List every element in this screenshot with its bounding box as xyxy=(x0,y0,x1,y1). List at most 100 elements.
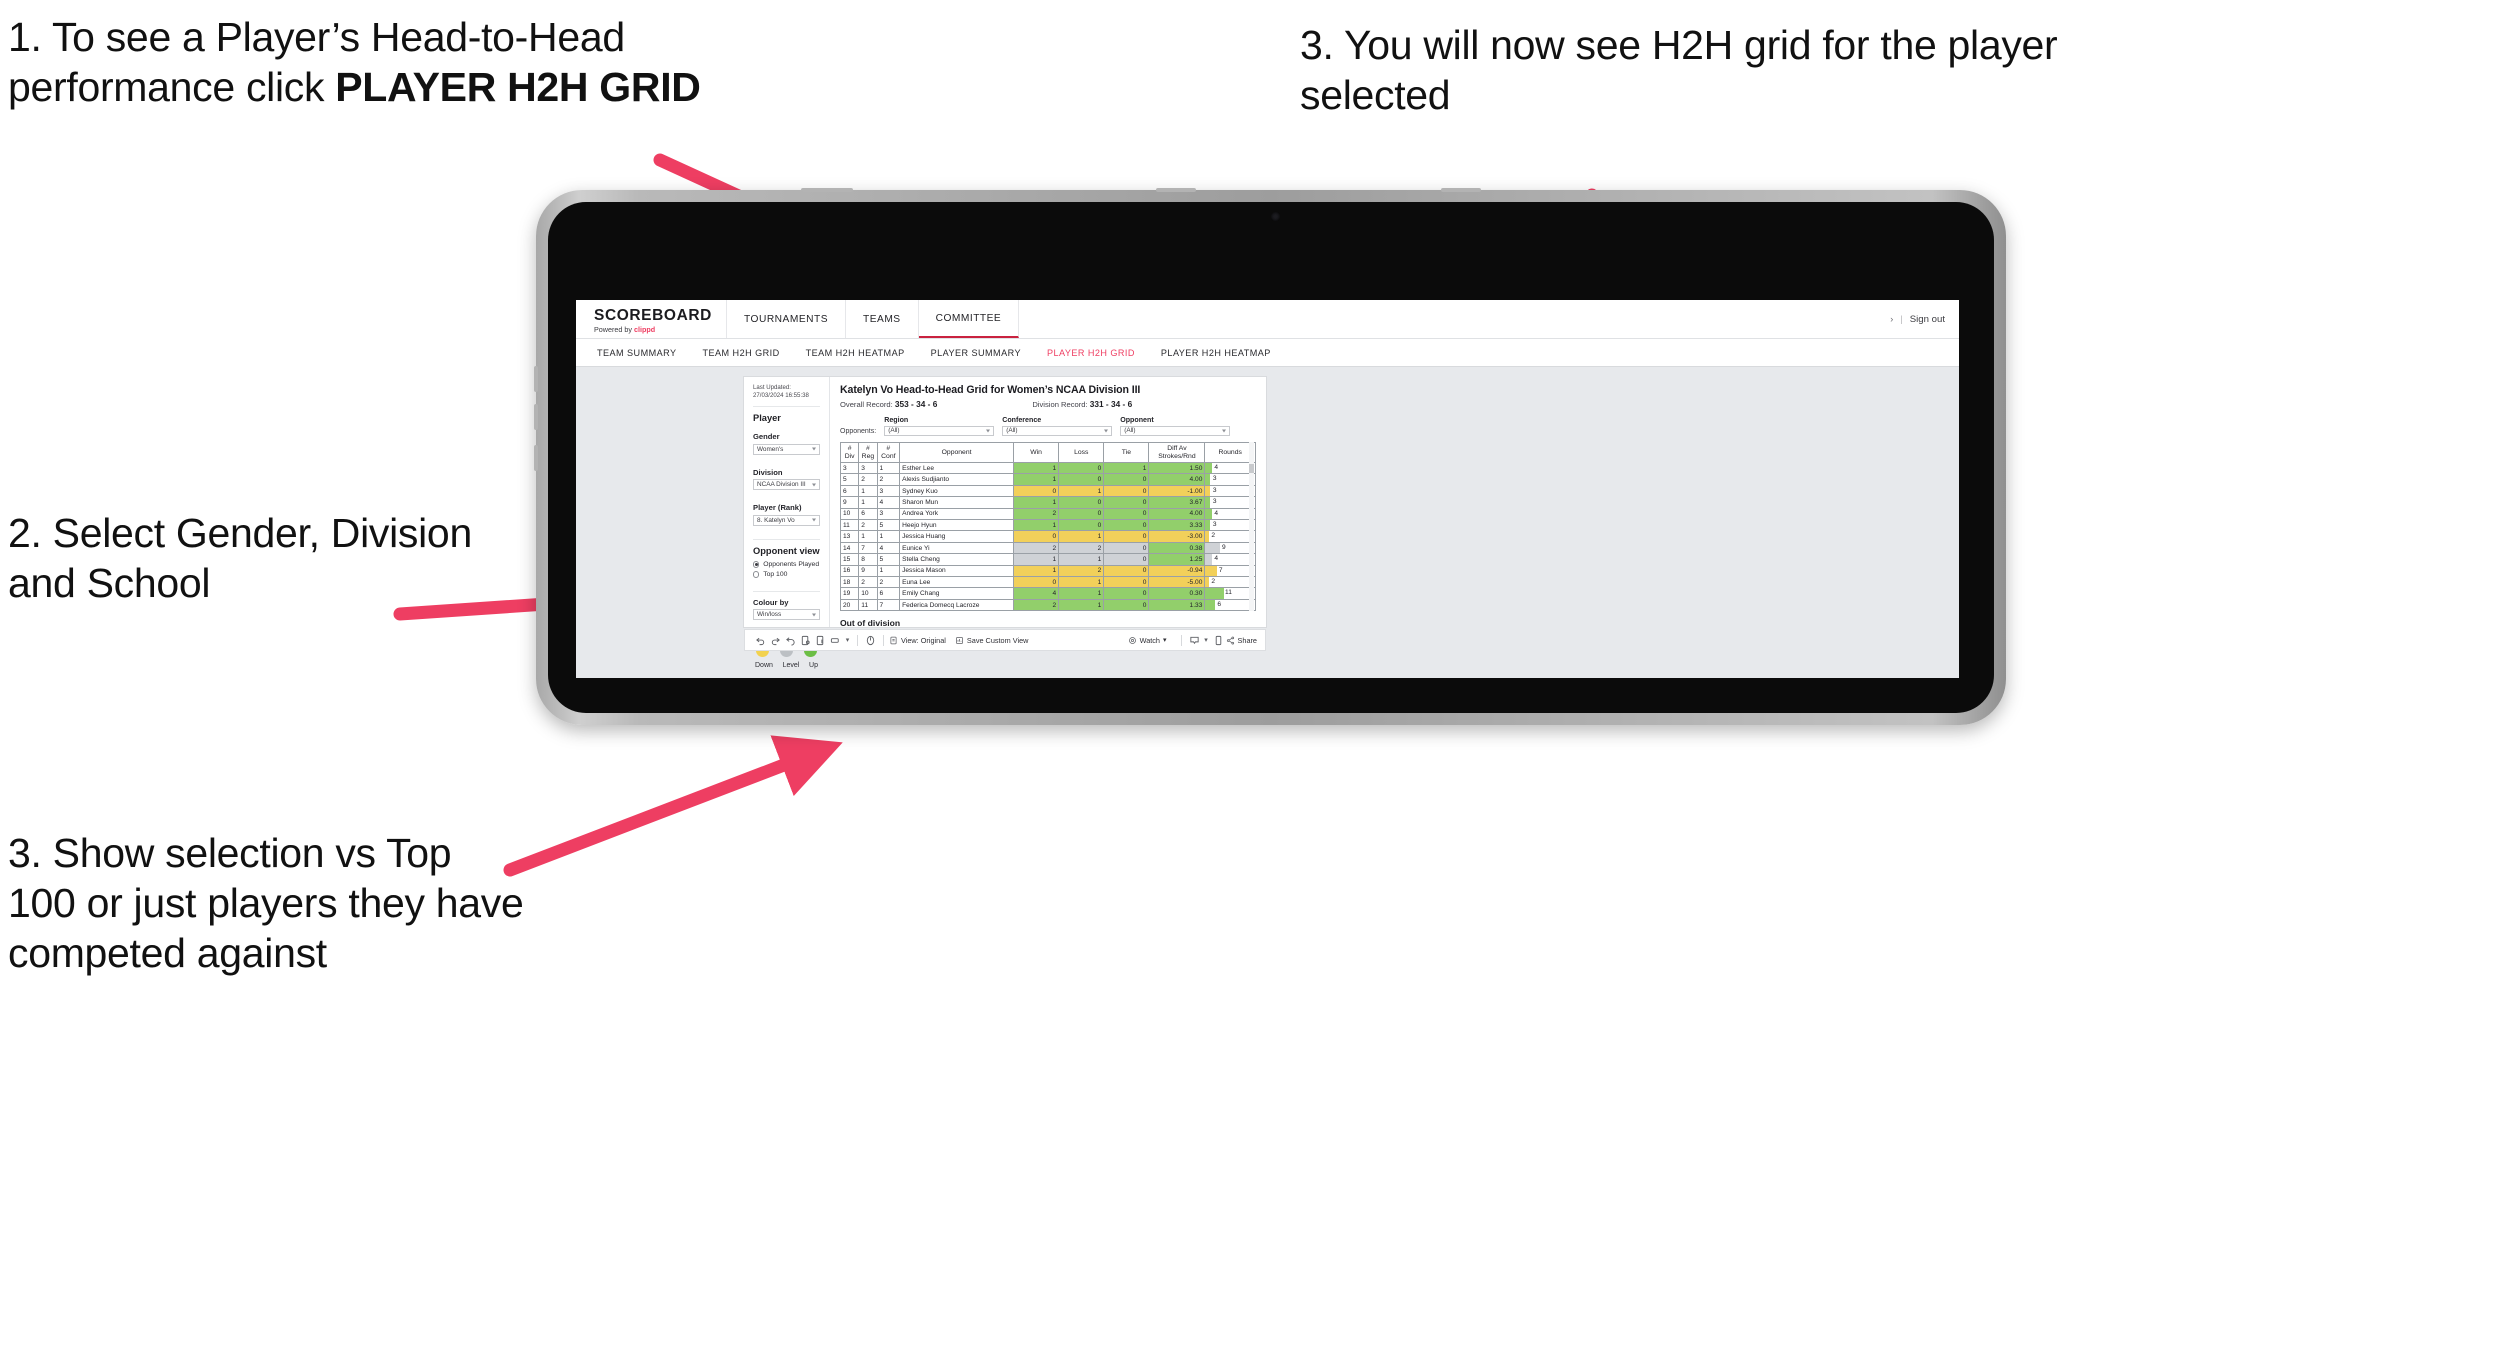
cell-reg: 3 xyxy=(858,461,878,475)
save-custom-view-label: Save Custom View xyxy=(966,635,1029,645)
view-original-label: View: Original xyxy=(901,635,946,645)
download-caret-icon[interactable]: ▾ xyxy=(1202,636,1211,644)
division-record-value: 331 - 34 - 6 xyxy=(1089,399,1133,409)
chevron-down-icon xyxy=(812,613,816,617)
overall-record: Overall Record: 353 - 34 - 6 xyxy=(840,399,937,409)
sign-out-link[interactable]: Sign out xyxy=(1910,314,1945,325)
volume-down-button[interactable] xyxy=(534,404,538,430)
cell-reg: 1 xyxy=(858,530,878,543)
subnav-player-h2h-heatmap[interactable]: PLAYER H2H HEATMAP xyxy=(1148,348,1284,358)
table-scrollbar-thumb[interactable] xyxy=(1249,464,1254,473)
cell-diff: 0.30 xyxy=(1148,587,1206,600)
filter-conference-select[interactable]: (All) xyxy=(1002,425,1113,436)
table-row[interactable]: 10 6 3 Andrea York 2 0 0 4.00 4 xyxy=(839,507,1256,521)
nav-item-committee[interactable]: COMMITTEE xyxy=(918,300,1020,338)
opponent-filters: Opponents: Region (All) Conference (All)… xyxy=(840,416,1256,436)
volume-up-button[interactable] xyxy=(534,366,538,392)
table-row[interactable]: 3 3 1 Esther Lee 1 0 1 1.50 4 xyxy=(839,461,1256,475)
account-chevron-icon[interactable]: › xyxy=(1890,314,1893,324)
cell-reg: 9 xyxy=(858,564,878,578)
division-select[interactable]: NCAA Division III xyxy=(753,479,820,491)
cell-diff: 1.33 xyxy=(1148,598,1206,612)
cell-rounds: 3 xyxy=(1204,519,1256,532)
table-row[interactable]: 18 2 2 Euna Lee 0 1 0 -5.00 2 xyxy=(839,576,1256,589)
nav-item-tournaments[interactable]: TOURNAMENTS xyxy=(727,300,846,338)
top-button-2[interactable] xyxy=(1156,188,1196,192)
power-button[interactable] xyxy=(534,445,538,471)
division-label: Division xyxy=(753,467,783,477)
revert-icon[interactable] xyxy=(783,635,798,646)
filter-conference-value: (All) xyxy=(1006,427,1018,435)
player-rank-select[interactable]: 8. Katelyn Vo xyxy=(753,514,820,526)
undo-icon[interactable] xyxy=(753,635,768,646)
cell-opponent: Eunice Yi xyxy=(899,541,1015,555)
table-row[interactable]: 15 8 5 Stella Cheng 1 1 0 1.25 4 xyxy=(839,553,1256,566)
visualization-container: Last Updated: 27/03/2024 16:55:38 Player… xyxy=(744,377,1266,669)
subnav-team-h2h-grid[interactable]: TEAM H2H GRID xyxy=(690,348,793,358)
help-icon[interactable] xyxy=(863,635,878,646)
cell-opponent: Federica Domecq Lacroze xyxy=(899,598,1015,612)
header-right: › | Sign out xyxy=(1890,300,1959,338)
filter-opponent: Opponent (All) xyxy=(1120,416,1231,436)
subnav-player-summary[interactable]: PLAYER SUMMARY xyxy=(918,348,1034,358)
table-row[interactable]: 5 2 2 Alexis Sudjianto 1 0 0 4.00 3 xyxy=(839,473,1256,486)
table-scrollbar-track[interactable] xyxy=(1249,442,1254,612)
watch-button[interactable]: Watch ▾ xyxy=(1128,636,1167,645)
gender-select[interactable]: Women's xyxy=(753,443,820,455)
chevron-down-icon xyxy=(1222,429,1227,433)
table-row[interactable]: 13 1 1 Jessica Huang 0 1 0 -3.00 2 xyxy=(839,530,1256,543)
radio-opponents-played[interactable]: Opponents Played xyxy=(753,561,820,568)
subnav-team-summary[interactable]: TEAM SUMMARY xyxy=(584,348,690,358)
gender-label: Gender xyxy=(753,432,780,442)
share-button[interactable]: Share xyxy=(1226,636,1257,645)
radio-top-100[interactable]: Top 100 xyxy=(753,571,820,578)
grid-col-header-0: # Div xyxy=(839,442,860,463)
layout-icon[interactable] xyxy=(828,635,843,646)
download-icon[interactable] xyxy=(1187,635,1202,646)
cell-conf: 2 xyxy=(876,576,901,589)
cell-win: 2 xyxy=(1013,598,1060,612)
radio-opponents-played-label: Opponents Played xyxy=(763,560,820,568)
top-button[interactable] xyxy=(801,188,853,192)
cell-loss: 2 xyxy=(1058,541,1105,555)
colour-by-select[interactable]: Win/loss xyxy=(753,609,820,621)
table-row[interactable]: 20 11 7 Federica Domecq Lacroze 2 1 0 1.33 6 xyxy=(839,598,1256,612)
filter-conference: Conference (All) xyxy=(1002,416,1113,436)
brand-logo[interactable]: SCOREBOARD Powered by clippd xyxy=(576,300,727,338)
cell-tie: 0 xyxy=(1103,484,1150,498)
cell-conf: 3 xyxy=(876,507,901,521)
table-row[interactable]: 14 7 4 Eunice Yi 2 2 0 0.38 9 xyxy=(839,541,1256,555)
top-button-3[interactable] xyxy=(1441,188,1481,192)
cell-rounds: 2 xyxy=(1204,576,1256,589)
cell-conf: 7 xyxy=(876,598,901,612)
annotation-step-2: 2. Select Gender, Division and School xyxy=(8,510,472,607)
panel-divider-3 xyxy=(753,590,820,592)
annotation-step-1-bold: PLAYER H2H GRID xyxy=(335,64,701,111)
layout-caret-icon[interactable]: ▾ xyxy=(843,636,852,644)
table-row[interactable]: 9 1 4 Sharon Mun 1 0 0 3.67 3 xyxy=(839,496,1256,509)
legend-labels: Down Level Up xyxy=(753,662,820,669)
table-row[interactable]: 11 2 5 Heejo Hyun 1 0 0 3.33 3 xyxy=(839,519,1256,532)
redo-icon[interactable] xyxy=(768,635,783,646)
cell-opponent: Jessica Mason xyxy=(899,564,1015,578)
cell-tie: 0 xyxy=(1103,564,1150,578)
save-custom-view-button[interactable]: Save Custom View xyxy=(955,635,1029,645)
filter-opponent-select[interactable]: (All) xyxy=(1120,425,1231,436)
cell-win: 1 xyxy=(1013,564,1060,578)
filter-region-select[interactable]: (All) xyxy=(884,425,995,436)
cell-tie: 1 xyxy=(1103,461,1150,475)
cell-win: 0 xyxy=(1013,530,1060,543)
table-row[interactable]: 16 9 1 Jessica Mason 1 2 0 -0.94 7 xyxy=(839,564,1256,578)
last-updated-label: Last Updated: 27/03/2024 16:55:38 xyxy=(753,384,809,400)
subnav-player-h2h-grid[interactable]: PLAYER H2H GRID xyxy=(1034,348,1148,358)
subnav-team-h2h-heatmap[interactable]: TEAM H2H HEATMAP xyxy=(793,348,918,358)
view-original-button[interactable]: View: Original xyxy=(889,636,946,645)
refresh-icon[interactable] xyxy=(798,635,813,646)
pause-icon[interactable] xyxy=(813,635,828,646)
table-row[interactable]: 6 1 3 Sydney Kuo 0 1 0 -1.00 3 xyxy=(839,484,1256,498)
share-label: Share xyxy=(1237,635,1257,645)
table-row[interactable]: 19 10 6 Emily Chang 4 1 0 0.30 11 xyxy=(839,587,1256,600)
cell-win: 2 xyxy=(1013,541,1060,555)
nav-item-teams[interactable]: TEAMS xyxy=(846,300,919,338)
device-icon[interactable] xyxy=(1211,635,1226,646)
